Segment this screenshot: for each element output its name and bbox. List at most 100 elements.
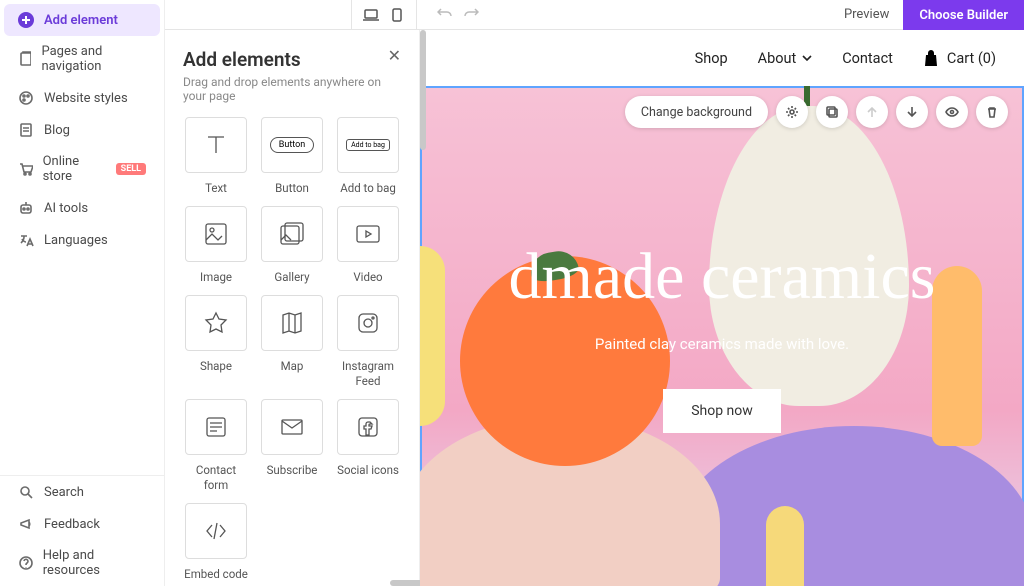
sidebar-item-label: Website styles (44, 91, 128, 106)
settings-icon (785, 105, 799, 119)
hero-cta-button[interactable]: Shop now (663, 389, 781, 433)
star-icon (202, 309, 230, 337)
element-video[interactable]: Video (335, 206, 401, 285)
add-to-bag-icon: Add to bag (346, 139, 390, 151)
element-shape[interactable]: Shape (183, 295, 249, 389)
plus-circle-icon (18, 12, 34, 28)
sidebar-item-label: Help and resources (43, 548, 146, 578)
move-up-icon (865, 105, 879, 119)
section-move-up-button[interactable] (856, 96, 888, 128)
element-gallery[interactable]: Gallery (259, 206, 325, 285)
hero-subtitle[interactable]: Painted clay ceramics made with love. (595, 335, 849, 353)
nav-shop[interactable]: Shop (695, 50, 728, 67)
element-contact-form[interactable]: Contact form (183, 399, 249, 493)
video-icon (354, 220, 382, 248)
search-icon (18, 484, 34, 500)
bag-icon (923, 49, 939, 67)
laptop-icon (363, 8, 379, 22)
sidebar-item-styles[interactable]: Website styles (4, 82, 160, 114)
section-duplicate-button[interactable] (816, 96, 848, 128)
robot-icon (18, 200, 34, 216)
palette-icon (18, 90, 34, 106)
undo-redo-group (429, 5, 479, 24)
left-sidebar: Add element Pages and navigation Website… (0, 0, 165, 586)
button-icon: Button (270, 137, 314, 153)
sidebar-item-label: Search (44, 485, 84, 500)
sidebar-item-feedback[interactable]: Feedback (4, 508, 160, 540)
trash-icon (985, 105, 999, 119)
sidebar-item-store[interactable]: Online store SELL (4, 146, 160, 192)
chevron-down-icon (802, 55, 812, 61)
element-button[interactable]: Button Button (259, 117, 325, 196)
image-icon (202, 220, 230, 248)
nav-about[interactable]: About (758, 50, 813, 67)
instagram-icon (354, 309, 382, 337)
site-header: Shop About Contact Cart (0) (420, 30, 1024, 86)
sidebar-item-label: Languages (44, 233, 108, 248)
help-icon (18, 555, 33, 571)
section-visibility-button[interactable] (936, 96, 968, 128)
pages-icon (18, 51, 31, 67)
canvas-preview: Shop About Contact Cart (0) Change backg… (420, 30, 1024, 586)
device-mobile-button[interactable] (386, 4, 408, 26)
move-down-icon (905, 105, 919, 119)
panel-title: Add elements (183, 48, 301, 71)
sidebar-item-help[interactable]: Help and resources (4, 540, 160, 586)
device-switcher (351, 0, 417, 29)
sidebar-item-languages[interactable]: Languages (4, 224, 160, 256)
element-embed[interactable]: Embed code (183, 503, 249, 582)
change-background-button[interactable]: Change background (625, 96, 768, 128)
sidebar-item-label: Add element (44, 13, 118, 28)
sidebar-item-label: Online store (43, 154, 106, 184)
panel-close-button[interactable]: ✕ (388, 48, 401, 64)
envelope-icon (278, 413, 306, 441)
undo-button[interactable] (437, 5, 453, 24)
hero-decor (420, 246, 445, 426)
sidebar-item-label: Feedback (44, 517, 100, 532)
sell-badge: SELL (116, 163, 146, 175)
hero-section[interactable]: Change background dmade ceramics Painted… (420, 86, 1024, 586)
element-map[interactable]: Map (259, 295, 325, 389)
sidebar-item-search[interactable]: Search (4, 476, 160, 508)
element-add-to-bag[interactable]: Add to bag Add to bag (335, 117, 401, 196)
section-delete-button[interactable] (976, 96, 1008, 128)
section-settings-button[interactable] (776, 96, 808, 128)
copy-icon (825, 105, 839, 119)
nav-cart[interactable]: Cart (0) (923, 49, 996, 67)
document-icon (18, 122, 34, 138)
section-toolbar: Change background (625, 96, 1008, 128)
hero-decor (766, 506, 804, 586)
sidebar-item-label: AI tools (44, 201, 88, 216)
sidebar-item-pages[interactable]: Pages and navigation (4, 36, 160, 82)
element-subscribe[interactable]: Subscribe (259, 399, 325, 493)
sidebar-item-ai[interactable]: AI tools (4, 192, 160, 224)
element-social[interactable]: Social icons (335, 399, 401, 493)
element-text[interactable]: Text (183, 117, 249, 196)
megaphone-icon (18, 516, 34, 532)
add-elements-panel: Add elements ✕ Drag and drop elements an… (165, 30, 420, 586)
redo-button[interactable] (463, 5, 479, 24)
sidebar-item-label: Blog (44, 123, 70, 138)
hero-decor (674, 426, 1024, 586)
element-image[interactable]: Image (183, 206, 249, 285)
undo-icon (437, 6, 453, 20)
cart-icon (18, 161, 33, 177)
preview-button[interactable]: Preview (830, 1, 903, 28)
section-move-down-button[interactable] (896, 96, 928, 128)
code-icon (202, 517, 230, 545)
map-icon (278, 309, 306, 337)
choose-builder-button[interactable]: Choose Builder (903, 0, 1024, 30)
device-desktop-button[interactable] (360, 4, 382, 26)
translate-icon (18, 232, 34, 248)
redo-icon (463, 6, 479, 20)
panel-subtitle: Drag and drop elements anywhere on your … (183, 75, 401, 103)
text-icon (202, 131, 230, 159)
sidebar-item-add-element[interactable]: Add element (4, 4, 160, 36)
hero-title[interactable]: dmade ceramics (509, 239, 936, 315)
nav-contact[interactable]: Contact (842, 50, 893, 67)
gallery-icon (278, 220, 306, 248)
element-instagram[interactable]: Instagram Feed (335, 295, 401, 389)
facebook-icon (354, 413, 382, 441)
sidebar-item-blog[interactable]: Blog (4, 114, 160, 146)
sidebar-item-label: Pages and navigation (41, 44, 146, 74)
